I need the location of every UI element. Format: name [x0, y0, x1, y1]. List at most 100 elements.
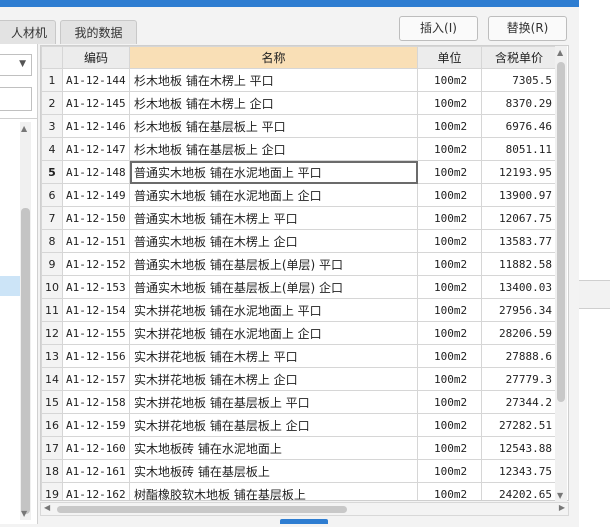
- arrow-down-icon[interactable]: ▼: [557, 491, 563, 500]
- table-row[interactable]: 9 A1-12-152 普通实木地板 铺在基层板上(单层) 平口 100m2 11882…: [41, 252, 557, 276]
- price-cell[interactable]: 13400.03: [481, 275, 557, 299]
- unit-cell[interactable]: 100m2: [417, 482, 482, 500]
- name-column-header[interactable]: 名称: [129, 46, 418, 69]
- row-number-cell[interactable]: 8: [41, 229, 63, 253]
- name-cell[interactable]: 杉木地板 铺在木楞上 企口: [129, 91, 418, 115]
- unit-column-header[interactable]: 单位: [417, 46, 482, 69]
- table-row[interactable]: 18 A1-12-161 实木地板砖 铺在基层板上 100m2 12343.75: [41, 459, 557, 483]
- table-row[interactable]: 13 A1-12-156 实木拼花地板 铺在木楞上 平口 100m2 27888.6: [41, 344, 557, 368]
- name-cell[interactable]: 普通实木地板 铺在木楞上 企口: [129, 229, 418, 253]
- tree-selected-item[interactable]: [0, 276, 20, 296]
- unit-cell[interactable]: 100m2: [417, 275, 482, 299]
- row-number-cell[interactable]: 18: [41, 459, 63, 483]
- insert-button[interactable]: 插入(I): [399, 16, 478, 41]
- row-number-cell[interactable]: 11: [41, 298, 63, 322]
- price-cell[interactable]: 27344.2: [481, 390, 557, 414]
- price-cell[interactable]: 27779.3: [481, 367, 557, 391]
- row-number-cell[interactable]: 4: [41, 137, 63, 161]
- name-cell[interactable]: 树酯橡胶软木地板 铺在基层板上: [129, 482, 418, 500]
- row-number-cell[interactable]: 13: [41, 344, 63, 368]
- row-number-cell[interactable]: 9: [41, 252, 63, 276]
- name-cell[interactable]: 普通实木地板 铺在基层板上(单层) 企口: [129, 275, 418, 299]
- price-cell[interactable]: 8370.29: [481, 91, 557, 115]
- price-cell[interactable]: 7305.5: [481, 68, 557, 92]
- code-cell[interactable]: A1-12-151: [62, 229, 130, 253]
- code-cell[interactable]: A1-12-156: [62, 344, 130, 368]
- category-dropdown[interactable]: ▼: [0, 54, 32, 76]
- row-number-cell[interactable]: 7: [41, 206, 63, 230]
- price-cell[interactable]: 12543.88: [481, 436, 557, 460]
- row-number-cell[interactable]: 19: [41, 482, 63, 500]
- name-cell[interactable]: 实木拼花地板 铺在水泥地面上 平口: [129, 298, 418, 322]
- unit-cell[interactable]: 100m2: [417, 229, 482, 253]
- table-row[interactable]: 2 A1-12-145 杉木地板 铺在木楞上 企口 100m2 8370.29: [41, 91, 557, 115]
- name-cell[interactable]: 普通实木地板 铺在水泥地面上 平口: [129, 160, 418, 184]
- unit-cell[interactable]: 100m2: [417, 298, 482, 322]
- price-cell[interactable]: 12067.75: [481, 206, 557, 230]
- table-horizontal-scrollbar[interactable]: ◀ ▶: [40, 502, 569, 516]
- row-number-cell[interactable]: 6: [41, 183, 63, 207]
- name-cell[interactable]: 杉木地板 铺在基层板上 企口: [129, 137, 418, 161]
- code-cell[interactable]: A1-12-147: [62, 137, 130, 161]
- table-row[interactable]: 6 A1-12-149 普通实木地板 铺在水泥地面上 企口 100m2 13900.97: [41, 183, 557, 207]
- row-number-cell[interactable]: 17: [41, 436, 63, 460]
- table-vertical-scrollbar[interactable]: ▲ ▼: [555, 46, 567, 502]
- table-row[interactable]: 12 A1-12-155 实木拼花地板 铺在水泥地面上 企口 100m2 28206.5…: [41, 321, 557, 345]
- row-number-cell[interactable]: 14: [41, 367, 63, 391]
- unit-cell[interactable]: 100m2: [417, 459, 482, 483]
- price-cell[interactable]: 27888.6: [481, 344, 557, 368]
- code-cell[interactable]: A1-12-149: [62, 183, 130, 207]
- unit-cell[interactable]: 100m2: [417, 413, 482, 437]
- table-row[interactable]: 17 A1-12-160 实木地板砖 铺在水泥地面上 100m2 12543.88: [41, 436, 557, 460]
- unit-cell[interactable]: 100m2: [417, 252, 482, 276]
- price-cell[interactable]: 24202.65: [481, 482, 557, 500]
- tab-materials[interactable]: 人材机: [0, 20, 56, 44]
- code-cell[interactable]: A1-12-153: [62, 275, 130, 299]
- name-cell[interactable]: 实木拼花地板 铺在水泥地面上 企口: [129, 321, 418, 345]
- row-number-cell[interactable]: 12: [41, 321, 63, 345]
- arrow-left-icon[interactable]: ◀: [44, 503, 50, 512]
- unit-cell[interactable]: 100m2: [417, 137, 482, 161]
- row-number-cell[interactable]: 1: [41, 68, 63, 92]
- row-number-cell[interactable]: 10: [41, 275, 63, 299]
- code-cell[interactable]: A1-12-158: [62, 390, 130, 414]
- code-cell[interactable]: A1-12-144: [62, 68, 130, 92]
- unit-cell[interactable]: 100m2: [417, 390, 482, 414]
- table-row[interactable]: 8 A1-12-151 普通实木地板 铺在木楞上 企口 100m2 13583.77: [41, 229, 557, 253]
- tab-my-data[interactable]: 我的数据: [60, 20, 137, 44]
- name-cell[interactable]: 杉木地板 铺在木楞上 平口: [129, 68, 418, 92]
- table-row[interactable]: 5 A1-12-148 普通实木地板 铺在水泥地面上 平口 100m2 12193.95: [41, 160, 557, 184]
- unit-cell[interactable]: 100m2: [417, 321, 482, 345]
- row-number-cell[interactable]: 15: [41, 390, 63, 414]
- name-cell[interactable]: 杉木地板 铺在基层板上 平口: [129, 114, 418, 138]
- arrow-down-icon[interactable]: ▼: [21, 509, 27, 518]
- unit-cell[interactable]: 100m2: [417, 160, 482, 184]
- name-cell[interactable]: 实木拼花地板 铺在木楞上 企口: [129, 367, 418, 391]
- unit-cell[interactable]: 100m2: [417, 91, 482, 115]
- table-row[interactable]: 4 A1-12-147 杉木地板 铺在基层板上 企口 100m2 8051.11: [41, 137, 557, 161]
- code-cell[interactable]: A1-12-146: [62, 114, 130, 138]
- price-cell[interactable]: 11882.58: [481, 252, 557, 276]
- search-input[interactable]: [0, 87, 32, 111]
- price-cell[interactable]: 28206.59: [481, 321, 557, 345]
- replace-button[interactable]: 替换(R): [488, 16, 567, 41]
- table-row[interactable]: 1 A1-12-144 杉木地板 铺在木楞上 平口 100m2 7305.5: [41, 68, 557, 92]
- code-cell[interactable]: A1-12-145: [62, 91, 130, 115]
- code-cell[interactable]: A1-12-161: [62, 459, 130, 483]
- unit-cell[interactable]: 100m2: [417, 436, 482, 460]
- table-row[interactable]: 11 A1-12-154 实木拼花地板 铺在水泥地面上 平口 100m2 27956.3…: [41, 298, 557, 322]
- name-cell[interactable]: 实木拼花地板 铺在基层板上 平口: [129, 390, 418, 414]
- unit-cell[interactable]: 100m2: [417, 206, 482, 230]
- code-cell[interactable]: A1-12-159: [62, 413, 130, 437]
- table-row[interactable]: 19 A1-12-162 树酯橡胶软木地板 铺在基层板上 100m2 24202.65: [41, 482, 557, 500]
- code-column-header[interactable]: 编码: [62, 46, 130, 69]
- table-row[interactable]: 16 A1-12-159 实木拼花地板 铺在基层板上 企口 100m2 27282.51: [41, 413, 557, 437]
- name-cell[interactable]: 实木拼花地板 铺在木楞上 平口: [129, 344, 418, 368]
- name-cell[interactable]: 普通实木地板 铺在基层板上(单层) 平口: [129, 252, 418, 276]
- table-row[interactable]: 3 A1-12-146 杉木地板 铺在基层板上 平口 100m2 6976.46: [41, 114, 557, 138]
- left-vertical-scrollbar[interactable]: ▲ ▼: [20, 122, 31, 520]
- code-cell[interactable]: A1-12-160: [62, 436, 130, 460]
- unit-cell[interactable]: 100m2: [417, 344, 482, 368]
- name-cell[interactable]: 普通实木地板 铺在水泥地面上 企口: [129, 183, 418, 207]
- code-cell[interactable]: A1-12-148: [62, 160, 130, 184]
